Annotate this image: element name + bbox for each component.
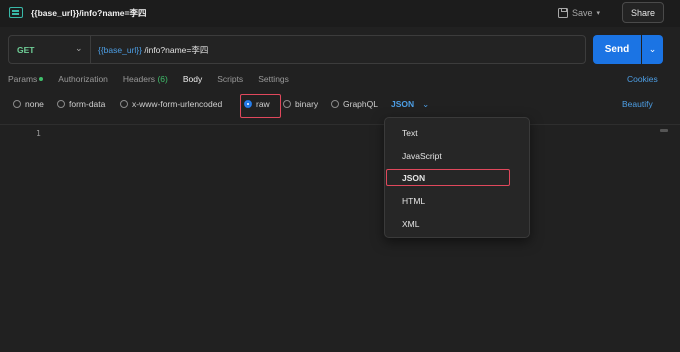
body-editor[interactable]: 1: [0, 124, 680, 352]
save-label: Save: [572, 8, 593, 18]
send-options-chevron-icon[interactable]: ⌄: [642, 35, 663, 64]
beautify-link[interactable]: Beautify: [622, 99, 653, 109]
radio-form-data-label: form-data: [69, 99, 106, 109]
chevron-down-icon[interactable]: ▾: [597, 9, 601, 17]
radio-icon: [13, 100, 21, 108]
request-tabs: Params Authorization Headers (6) Body Sc…: [8, 74, 289, 88]
menu-item-xml[interactable]: XML: [402, 219, 419, 229]
radio-icon: [57, 100, 65, 108]
radio-none[interactable]: none: [13, 99, 44, 109]
url-variable: {{base_url}}: [98, 45, 142, 55]
url-input[interactable]: {{base_url}} /info?name=李四: [98, 44, 208, 56]
divider: [90, 36, 91, 63]
radio-binary-label: binary: [295, 99, 319, 109]
line-number: 1: [36, 129, 41, 138]
tab-body[interactable]: Body: [183, 74, 202, 88]
radio-urlencoded-label: x-www-form-urlencoded: [132, 99, 223, 109]
format-select-label: JSON: [391, 99, 415, 109]
tab-params-label: Params: [8, 74, 38, 84]
tab-headers[interactable]: Headers (6): [123, 74, 168, 88]
radio-icon: [331, 100, 339, 108]
radio-graphql[interactable]: GraphQL: [331, 99, 378, 109]
radio-binary[interactable]: binary: [283, 99, 318, 109]
menu-item-html[interactable]: HTML: [402, 196, 425, 206]
cookies-link[interactable]: Cookies: [627, 74, 658, 84]
chevron-down-icon[interactable]: ⌄: [75, 43, 83, 54]
tab-authorization[interactable]: Authorization: [58, 74, 108, 88]
radio-icon: [120, 100, 128, 108]
headers-count: (6): [157, 74, 168, 84]
url-bar: GET ⌄ {{base_url}} /info?name=李四: [8, 35, 586, 64]
method-select[interactable]: GET: [17, 45, 34, 55]
radio-none-label: none: [25, 99, 44, 109]
menu-item-javascript[interactable]: JavaScript: [402, 151, 442, 161]
save-icon: [558, 8, 568, 18]
radio-graphql-label: GraphQL: [343, 99, 378, 109]
chevron-down-icon: ⌄: [422, 99, 430, 109]
save-button[interactable]: Save ▾: [558, 5, 600, 21]
radio-urlencoded[interactable]: x-www-form-urlencoded: [120, 99, 222, 109]
tab-headers-label: Headers: [122, 74, 156, 84]
title-bar: {{base_url}}/info?name=李四 Save ▾ Share: [0, 0, 680, 27]
url-path: /info?name=李四: [144, 45, 209, 55]
format-select[interactable]: JSON ⌄: [391, 99, 429, 110]
share-button[interactable]: Share: [622, 2, 664, 23]
radio-icon: [283, 100, 291, 108]
scrollbar[interactable]: [660, 129, 668, 132]
tab-params[interactable]: Params: [8, 74, 44, 88]
status-dot-icon: [39, 77, 44, 81]
radio-form-data[interactable]: form-data: [57, 99, 105, 109]
request-title[interactable]: {{base_url}}/info?name=李四: [31, 7, 147, 19]
http-request-icon: [9, 7, 23, 18]
json-highlight-box: [386, 169, 510, 186]
menu-item-text[interactable]: Text: [402, 128, 418, 138]
send-button[interactable]: Send: [593, 35, 641, 64]
raw-highlight-box: [240, 94, 281, 118]
tab-scripts[interactable]: Scripts: [217, 74, 243, 88]
tab-settings[interactable]: Settings: [258, 74, 289, 88]
